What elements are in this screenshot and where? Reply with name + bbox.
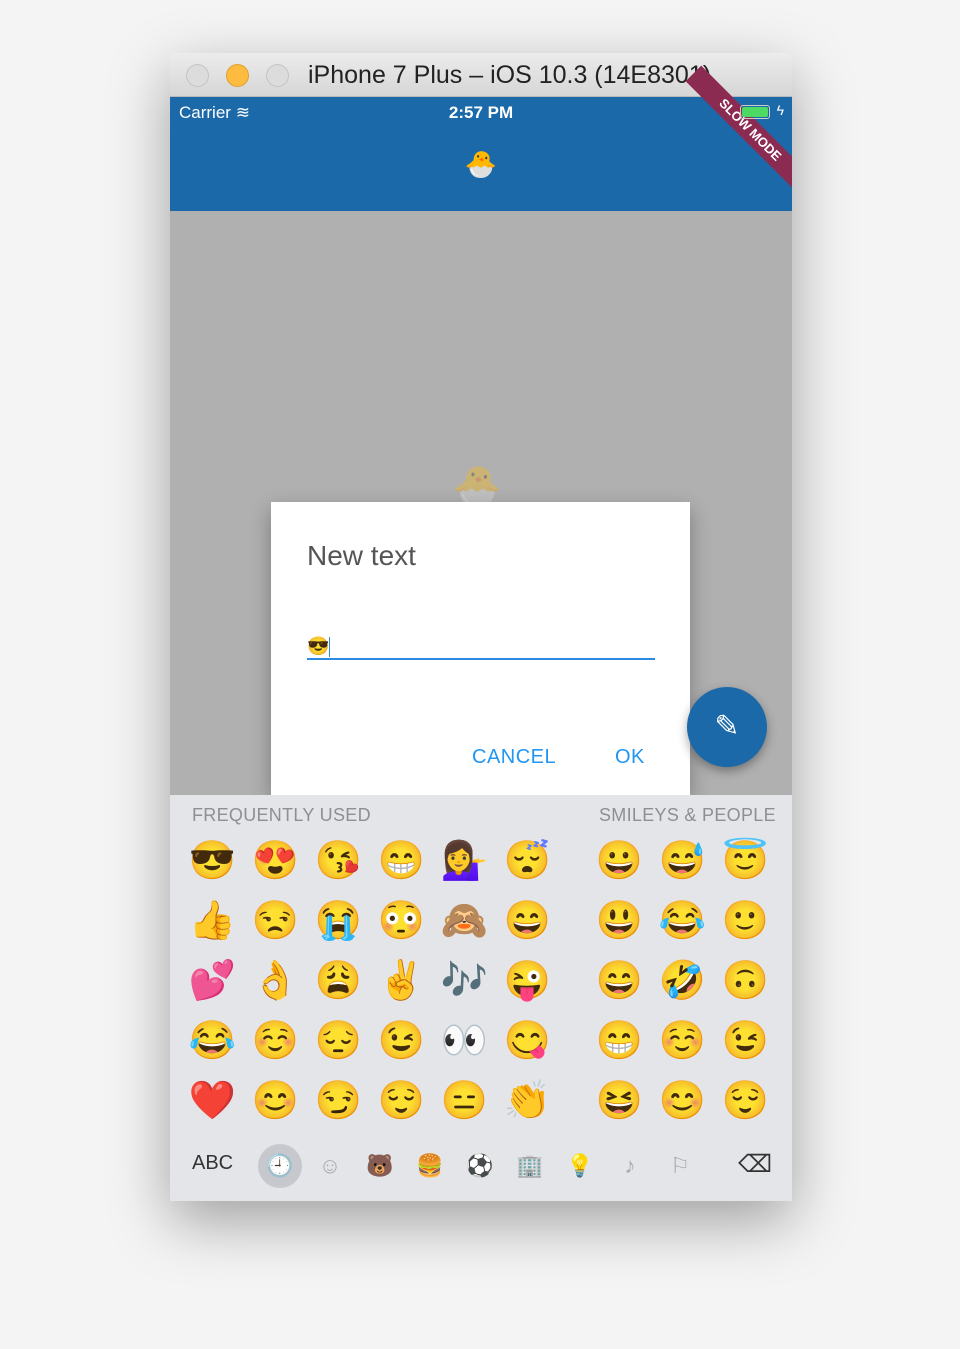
close-button[interactable]	[186, 64, 209, 87]
emoji-key[interactable]: 😊	[244, 1071, 307, 1131]
dialog-title: New text	[307, 540, 416, 571]
emoji-key[interactable]: 💕	[181, 951, 244, 1011]
emoji-key[interactable]: 😍	[244, 831, 307, 891]
text-caret	[329, 637, 331, 658]
emoji-keyboard: FREQUENTLY USED SMILEYS & PEOPLE 😎 😍 😘 😁 💁‍♀…	[170, 795, 792, 1201]
abc-key[interactable]: ABC	[192, 1152, 233, 1175]
smileys-grid: 😀 😅 😇 😃 😂 🙂 😄 🤣 🙃 😁 ☺️ 😉 😆 😊 😌	[588, 831, 777, 1131]
window-title: iPhone 7 Plus – iOS 10.3 (14E8301)	[308, 61, 712, 89]
emoji-key[interactable]: 😆	[588, 1071, 651, 1131]
objects-icon[interactable]: 💡	[558, 1144, 602, 1188]
frequent-grid: 😎 😍 😘 😁 💁‍♀️ 😴 👍 😒 😭 😳 🙈 😄 💕 👌 😩 ✌️ 🎶 😜 😂 ☺️ 😔 😉 👀 😋 ❤️ 😊 😏 😌 😑 👏	[181, 831, 559, 1131]
emoji-key[interactable]: 😩	[307, 951, 370, 1011]
emoji-key[interactable]: 😘	[307, 831, 370, 891]
charging-icon: ϟ	[776, 102, 784, 118]
emoji-key[interactable]: ✌️	[370, 951, 433, 1011]
emoji-key[interactable]: 👏	[496, 1071, 559, 1131]
emoji-key[interactable]: 😴	[496, 831, 559, 891]
emoji-key[interactable]: 🙃	[714, 951, 777, 1011]
emoji-key[interactable]: 😅	[651, 831, 714, 891]
emoji-key[interactable]: 😳	[370, 891, 433, 951]
flags-icon[interactable]: ⚐	[658, 1144, 702, 1188]
emoji-key[interactable]: 🤣	[651, 951, 714, 1011]
emoji-key[interactable]: ☺️	[651, 1011, 714, 1071]
simulator-window: iPhone 7 Plus – iOS 10.3 (14E8301) Carri…	[170, 53, 792, 1201]
emoji-key[interactable]: 😁	[370, 831, 433, 891]
emoji-key[interactable]: 👀	[433, 1011, 496, 1071]
animals-icon[interactable]: 🐻	[358, 1144, 402, 1188]
emoji-key[interactable]: 😇	[714, 831, 777, 891]
emoji-key[interactable]: 😏	[307, 1071, 370, 1131]
emoji-key[interactable]: 😜	[496, 951, 559, 1011]
emoji-key[interactable]: 🙂	[714, 891, 777, 951]
emoji-key[interactable]: 😋	[496, 1011, 559, 1071]
emoji-key[interactable]: 😃	[588, 891, 651, 951]
emoji-key[interactable]: ❤️	[181, 1071, 244, 1131]
emoji-key[interactable]: 😉	[714, 1011, 777, 1071]
pencil-icon: ✎	[714, 710, 740, 743]
text-dialog: New text 😎 CANCEL OK	[271, 502, 690, 795]
emoji-key[interactable]: 😌	[370, 1071, 433, 1131]
emoji-key[interactable]: 🙈	[433, 891, 496, 951]
cancel-button[interactable]: CANCEL	[472, 746, 556, 769]
chick-logo: 🐣	[464, 149, 498, 179]
text-input[interactable]: 😎	[307, 636, 655, 660]
smileys-label: SMILEYS & PEOPLE	[599, 805, 776, 825]
emoji-key[interactable]: 💁‍♀️	[433, 831, 496, 891]
emoji-key[interactable]: 😒	[244, 891, 307, 951]
frequently-used-label: FREQUENTLY USED	[192, 805, 371, 825]
symbols-icon[interactable]: ♪	[608, 1144, 652, 1188]
emoji-key[interactable]: 😑	[433, 1071, 496, 1131]
emoji-key[interactable]: 😉	[370, 1011, 433, 1071]
emoji-key[interactable]: 😁	[588, 1011, 651, 1071]
emoji-key[interactable]: 😎	[181, 831, 244, 891]
emoji-key[interactable]: 😌	[714, 1071, 777, 1131]
emoji-key[interactable]: 😊	[651, 1071, 714, 1131]
emoji-key[interactable]: 😄	[588, 951, 651, 1011]
app-bar: Carrier ≋ 2:57 PM SLOW MODE ϟ 🐣	[170, 65, 792, 211]
emoji-key[interactable]: 👍	[181, 891, 244, 951]
travel-icon[interactable]: 🏢	[508, 1144, 552, 1188]
input-value: 😎	[307, 636, 330, 656]
minimize-button[interactable]	[226, 64, 249, 87]
emoji-key[interactable]: 👌	[244, 951, 307, 1011]
emoji-key[interactable]: 😀	[588, 831, 651, 891]
keyboard-bottom-bar: ABC 🕘 ☺ 🐻 🍔 ⚽ 🏢 💡 ♪ ⚐ ⌫	[170, 1138, 792, 1188]
emoji-key[interactable]: 😔	[307, 1011, 370, 1071]
smileys-icon[interactable]: ☺	[308, 1144, 352, 1188]
emoji-key[interactable]: 😭	[307, 891, 370, 951]
emoji-key[interactable]: 😄	[496, 891, 559, 951]
recent-icon[interactable]: 🕘	[258, 1144, 302, 1188]
zoom-button[interactable]	[266, 64, 289, 87]
emoji-key[interactable]: 😂	[651, 891, 714, 951]
emoji-key[interactable]: ☺️	[244, 1011, 307, 1071]
edit-fab[interactable]: ✎	[687, 687, 767, 767]
food-icon[interactable]: 🍔	[408, 1144, 452, 1188]
emoji-key[interactable]: 🎶	[433, 951, 496, 1011]
emoji-key[interactable]: 😂	[181, 1011, 244, 1071]
delete-key[interactable]: ⌫	[738, 1150, 772, 1179]
ok-button[interactable]: OK	[615, 746, 645, 769]
clock: 2:57 PM	[448, 103, 514, 122]
activity-icon[interactable]: ⚽	[458, 1144, 502, 1188]
battery-icon	[740, 105, 770, 119]
